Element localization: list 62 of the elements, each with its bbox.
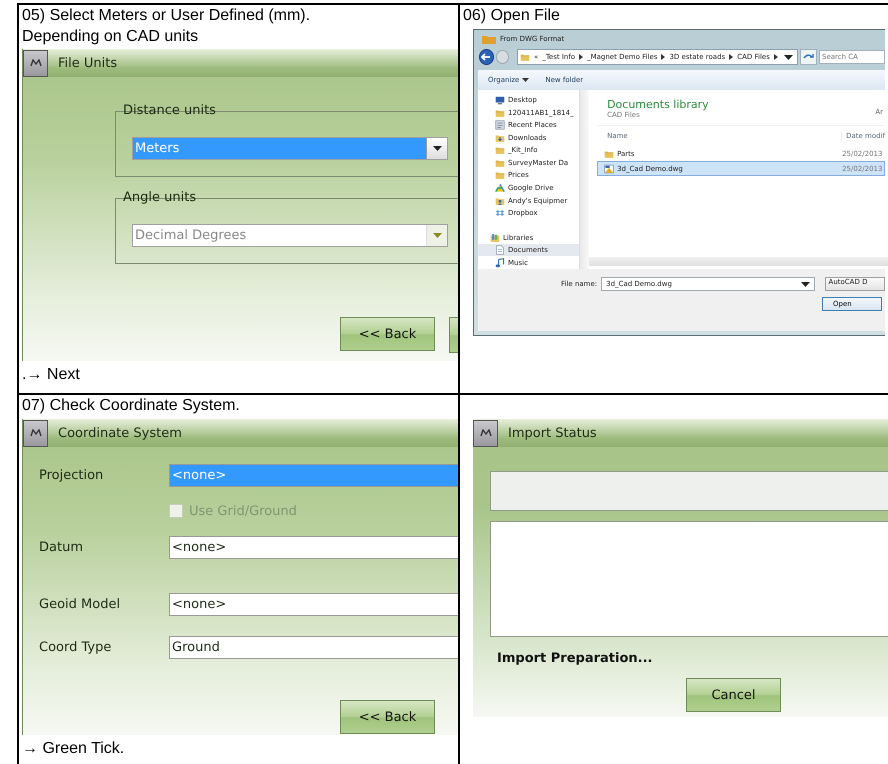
monitor-icon — [495, 95, 505, 106]
triangle-icon — [495, 182, 505, 193]
caret-icon — [784, 54, 794, 60]
scrollbar[interactable] — [579, 90, 590, 269]
logo-icon — [30, 59, 42, 67]
chevron-icon — [579, 54, 584, 60]
window-title: File Units — [58, 56, 118, 70]
caret-icon — [432, 146, 442, 151]
cancel-button[interactable]: Cancel — [686, 678, 781, 712]
folder-icon — [495, 108, 505, 118]
folder-arrow-icon — [495, 132, 505, 143]
note-text: .→ Next — [22, 365, 81, 385]
logo-icon — [30, 429, 42, 437]
logo-icon — [480, 429, 492, 437]
dropdown[interactable]: Ground — [169, 636, 458, 658]
menu-button[interactable] — [473, 420, 498, 446]
folder-icon — [495, 170, 505, 180]
dropdown[interactable]: <none> — [169, 592, 458, 616]
group-label: Angle units — [122, 190, 198, 205]
document-icon — [495, 245, 505, 256]
status-text: Import Preparation... — [497, 651, 652, 666]
user-folder-icon — [495, 196, 505, 206]
folder-icon — [604, 148, 614, 158]
caption-text: 05) Select Meters or User Defined (mm). — [22, 6, 312, 26]
dropdown: Decimal Degrees — [132, 224, 448, 247]
caret-icon — [800, 282, 810, 286]
checkbox-label: Use Grid/Ground — [189, 504, 297, 518]
back-button[interactable] — [479, 49, 494, 65]
caption-text: 07) Check Coordinate System. — [22, 396, 241, 416]
caret-icon — [522, 78, 530, 82]
window-title: Import Status — [508, 426, 597, 440]
folder-icon — [520, 52, 530, 62]
menu-button[interactable] — [23, 50, 48, 76]
music-note-icon — [495, 258, 505, 268]
back-button[interactable]: << Back — [340, 700, 435, 734]
chevron-icon — [774, 54, 778, 60]
field-label: Coord Type — [38, 640, 112, 654]
field-label: Datum — [38, 540, 84, 554]
folder-icon — [495, 145, 505, 156]
library-icon — [490, 232, 500, 243]
drawing-file-icon — [604, 164, 614, 174]
field-label: Projection — [38, 468, 104, 482]
caption-text: 06) Open File — [463, 6, 561, 26]
group-label: Distance units — [122, 103, 217, 118]
diamonds-icon — [495, 208, 505, 218]
note-text: → Green Tick. — [22, 739, 126, 759]
refresh-button[interactable] — [800, 49, 817, 65]
chevron-icon — [661, 54, 666, 60]
arrow-left-icon — [481, 53, 492, 61]
chevron-icon — [729, 54, 734, 60]
caret-icon — [432, 233, 442, 238]
scrollbar[interactable] — [589, 257, 888, 266]
document-icon — [495, 120, 505, 130]
menu-button[interactable] — [23, 420, 48, 446]
library-title: Documents library — [607, 98, 709, 111]
back-button[interactable]: << Back — [340, 317, 435, 351]
field-label: Geoid Model — [38, 596, 122, 612]
window-title: Coordinate System — [58, 426, 182, 440]
caption-text: Depending on CAD units — [22, 27, 200, 47]
folder-icon — [495, 158, 505, 168]
folder-icon — [482, 34, 496, 44]
dropdown[interactable]: <none> — [169, 536, 458, 558]
